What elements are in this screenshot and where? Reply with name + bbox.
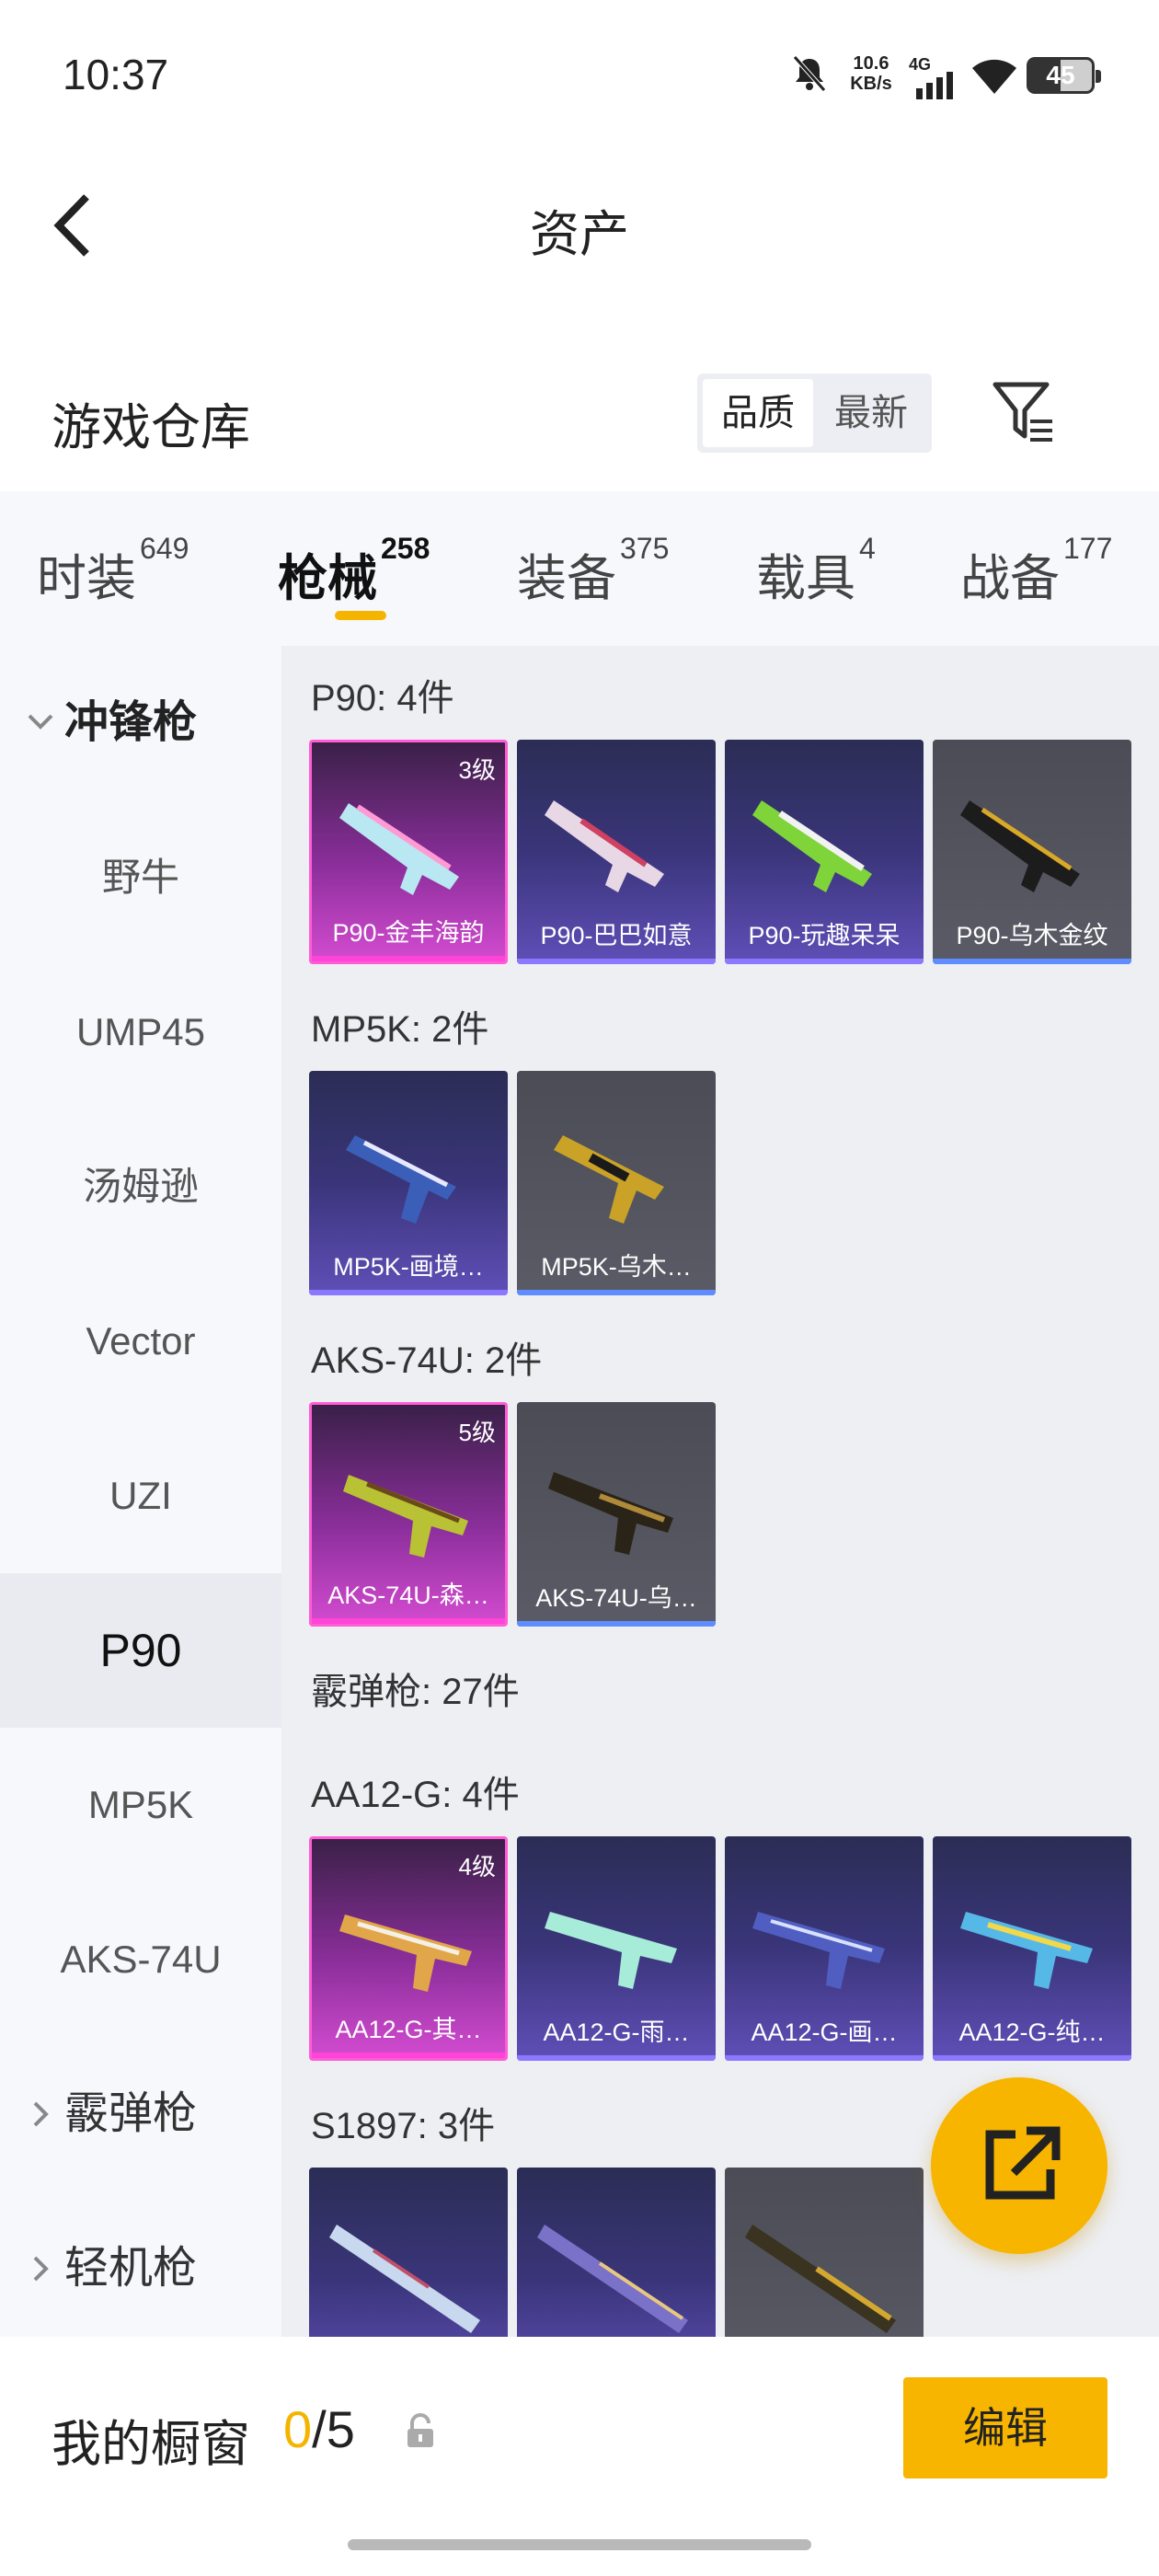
weapon-sidebar: 冲锋枪 野牛 UMP45 汤姆逊 Vector UZI P90 MP5K AKS…: [0, 646, 281, 2337]
tab-firearms[interactable]: 枪械258: [278, 532, 430, 610]
weapon-image: [554, 1135, 664, 1224]
weapon-image: [960, 1912, 1093, 1989]
sidebar-group-smg[interactable]: 冲锋枪: [0, 646, 281, 800]
weapon-image: [339, 1915, 472, 1992]
tab-active-indicator: [335, 611, 386, 620]
group-title: S1897: 3件: [311, 2106, 496, 2146]
weapon-name: AA12-G-纯…: [958, 2018, 1106, 2046]
group-title: 霰弹枪: 27件: [311, 1672, 520, 1712]
group-title: P90: 4件: [311, 678, 454, 719]
weapon-card[interactable]: AA12-G-纯…: [933, 1836, 1131, 2061]
home-indicator[interactable]: [348, 2539, 811, 2550]
weapon-card[interactable]: 4级 AA12-G-其…: [309, 1836, 508, 2061]
weapon-card[interactable]: AKS-74U-乌…: [517, 1402, 716, 1627]
showcase-label: 我的橱窗: [52, 2417, 250, 2472]
weapon-name: P90-金丰海韵: [332, 919, 485, 947]
weapon-name: AA12-G-其…: [335, 2016, 482, 2043]
wifi-icon: [970, 55, 1019, 96]
level-badge: 3级: [458, 756, 496, 784]
weapon-image: [537, 2225, 688, 2333]
share-button[interactable]: [931, 2077, 1107, 2254]
weapon-card[interactable]: [517, 2168, 716, 2337]
weapon-card[interactable]: [309, 2168, 508, 2337]
tab-vehicles[interactable]: 载具4: [756, 532, 876, 610]
weapon-image: [752, 1912, 885, 1989]
edit-button[interactable]: 编辑: [903, 2377, 1107, 2478]
sidebar-item-bizon[interactable]: 野牛: [0, 800, 281, 955]
weapon-image: [329, 2225, 480, 2333]
weapon-image: [545, 800, 664, 892]
filter-icon[interactable]: [990, 377, 1056, 447]
weapon-name: AKS-74U-森…: [327, 1581, 489, 1609]
sidebar-item-thompson[interactable]: 汤姆逊: [0, 1110, 281, 1264]
sidebar-group-lmg[interactable]: 轻机枪: [0, 2191, 281, 2346]
weapon-name: MP5K-乌木…: [541, 1253, 692, 1281]
group-title: AA12-G: 4件: [311, 1775, 520, 1815]
weapon-card[interactable]: 5级 AKS-74U-森…: [309, 1402, 508, 1627]
weapon-card[interactable]: 3级 P90-金丰海韵: [309, 740, 508, 964]
sidebar-item-ump45[interactable]: UMP45: [0, 955, 281, 1110]
weapon-image: [339, 803, 459, 895]
weapon-name: P90-巴巴如意: [540, 922, 693, 949]
sidebar-item-p90[interactable]: P90: [0, 1573, 281, 1728]
share-icon: [985, 2126, 1061, 2200]
sidebar-item-aks74u[interactable]: AKS-74U: [0, 1882, 281, 2037]
showcase-count: 0/5: [283, 2400, 355, 2458]
sidebar-item-mp5k[interactable]: MP5K: [0, 1728, 281, 1882]
weapon-image: [960, 800, 1080, 892]
group-title: AKS-74U: 2件: [311, 1340, 543, 1381]
signal-icon: [916, 72, 957, 99]
tab-fashion[interactable]: 时装649: [37, 532, 189, 610]
warehouse-title: 游戏仓库: [52, 400, 250, 455]
weapon-card[interactable]: P90-乌木金纹: [933, 740, 1131, 964]
weapon-card[interactable]: AA12-G-画…: [725, 1836, 924, 2061]
weapon-card[interactable]: AA12-G-雨…: [517, 1836, 716, 2061]
chevron-right-icon: [33, 2256, 49, 2282]
weapon-card[interactable]: P90-巴巴如意: [517, 740, 716, 964]
page-title: 资产: [530, 207, 629, 262]
weapon-card[interactable]: P90-玩趣呆呆: [725, 740, 924, 964]
weapon-name: P90-乌木金纹: [956, 922, 1108, 949]
weapon-image: [745, 2225, 896, 2333]
weapon-name: AKS-74U-乌…: [535, 1584, 697, 1612]
sidebar-group-label: 霰弹枪: [64, 2089, 198, 2138]
weapon-name: MP5K-画境…: [333, 1253, 484, 1281]
mute-icon: [789, 53, 830, 94]
chevron-right-icon: [33, 2101, 49, 2127]
sidebar-group-label: 轻机枪: [64, 2244, 198, 2293]
weapon-image: [752, 800, 872, 892]
level-badge: 5级: [458, 1419, 496, 1446]
tab-equipment[interactable]: 装备375: [517, 532, 669, 610]
status-time: 10:37: [63, 51, 169, 98]
sidebar-item-vector[interactable]: Vector: [0, 1264, 281, 1419]
battery-icon: 45: [1027, 57, 1101, 94]
weapon-name: P90-玩趣呆呆: [748, 922, 901, 949]
chevron-down-icon: [28, 714, 53, 730]
weapon-image: [343, 1475, 468, 1558]
sidebar-group-label: 冲锋枪: [64, 698, 198, 747]
lock-icon: [405, 2412, 436, 2449]
sort-toggle: 品质 最新: [697, 374, 932, 453]
weapon-name: AA12-G-雨…: [543, 2018, 690, 2046]
weapon-card[interactable]: MP5K-画境…: [309, 1071, 508, 1295]
weapon-image: [548, 1472, 673, 1555]
sort-by-quality[interactable]: 品质: [703, 379, 813, 447]
network-speed: 10.6 KB/s: [850, 53, 892, 94]
level-badge: 4级: [458, 1853, 496, 1880]
tab-supplies[interactable]: 战备177: [960, 532, 1112, 610]
weapon-image: [346, 1135, 456, 1224]
weapon-name: AA12-G-画…: [751, 2018, 898, 2046]
group-title: MP5K: 2件: [311, 1009, 489, 1050]
weapon-card[interactable]: [725, 2168, 924, 2337]
weapon-image: [545, 1912, 677, 1989]
sidebar-item-uzi[interactable]: UZI: [0, 1419, 281, 1573]
weapon-card[interactable]: MP5K-乌木…: [517, 1071, 716, 1295]
sidebar-group-shotgun[interactable]: 霰弹枪: [0, 2037, 281, 2191]
sort-by-newest[interactable]: 最新: [816, 379, 926, 447]
